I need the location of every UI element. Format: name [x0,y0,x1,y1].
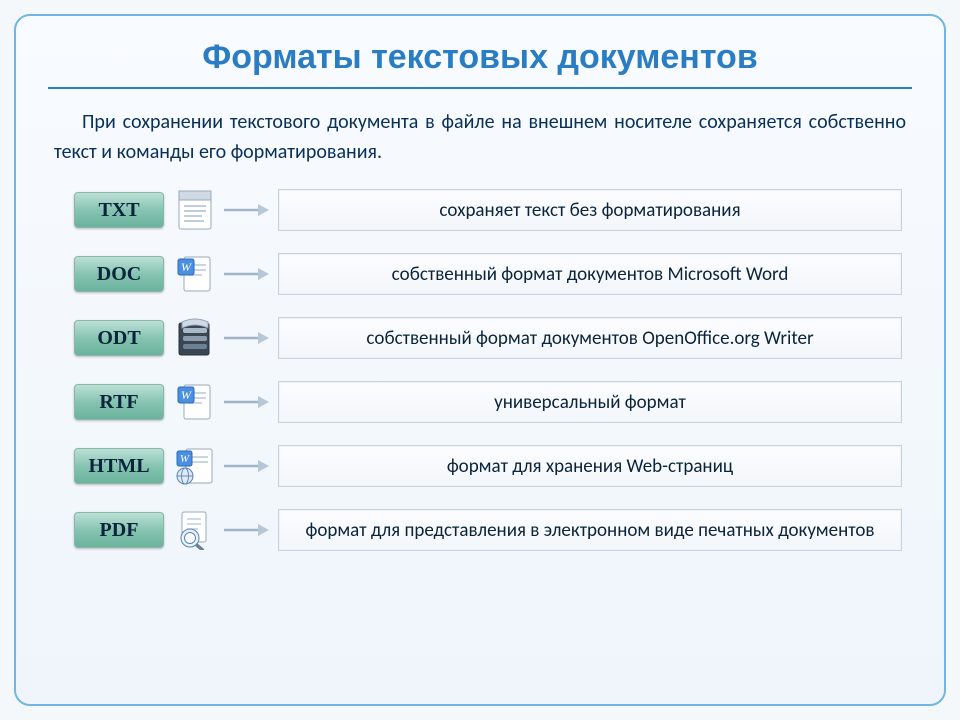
html-file-icon: W [174,445,216,487]
format-badge-rtf: RTF [74,384,164,420]
arrow-icon [222,386,270,418]
doc-file-icon: W [174,253,216,295]
odt-file-icon [174,317,216,359]
format-row-pdf: PDF формат для представления в электронн… [48,509,912,551]
format-badge-html: HTML [74,448,164,484]
svg-text:W: W [180,453,190,465]
format-description-odt: собственный формат документов OpenOffice… [278,317,902,359]
arrow-icon [222,258,270,290]
arrow-icon [222,322,270,354]
format-row-doc: DOC W собственный формат документов Micr… [48,253,912,295]
format-badge-pdf: PDF [74,512,164,548]
svg-text:W: W [181,388,192,402]
arrow-icon [222,514,270,546]
format-row-rtf: RTF W универсальный формат [48,381,912,423]
svg-text:W: W [181,260,192,274]
rtf-file-icon: W [174,381,216,423]
arrow-icon [222,450,270,482]
txt-file-icon [174,189,216,231]
arrow-icon [222,194,270,226]
format-description-pdf: формат для представления в электронном в… [278,509,902,551]
intro-paragraph: При сохранении текстового документа в фа… [48,107,912,167]
format-row-html: HTML W формат для хранения Web-страниц [48,445,912,487]
format-description-doc: собственный формат документов Microsoft … [278,253,902,295]
format-badge-odt: ODT [74,320,164,356]
format-description-html: формат для хранения Web-страниц [278,445,902,487]
format-description-rtf: универсальный формат [278,381,902,423]
slide-title: Форматы текстовых документов [48,38,912,89]
format-badge-doc: DOC [74,256,164,292]
format-description-txt: сохраняет текст без форматирования [278,189,902,231]
slide-frame: Форматы текстовых документов При сохране… [14,14,946,706]
format-badge-txt: TXT [74,192,164,228]
format-row-txt: TXT сохраняет текст без форматирования [48,189,912,231]
pdf-file-icon [174,509,216,551]
format-row-odt: ODT собственный формат документов OpenOf… [48,317,912,359]
